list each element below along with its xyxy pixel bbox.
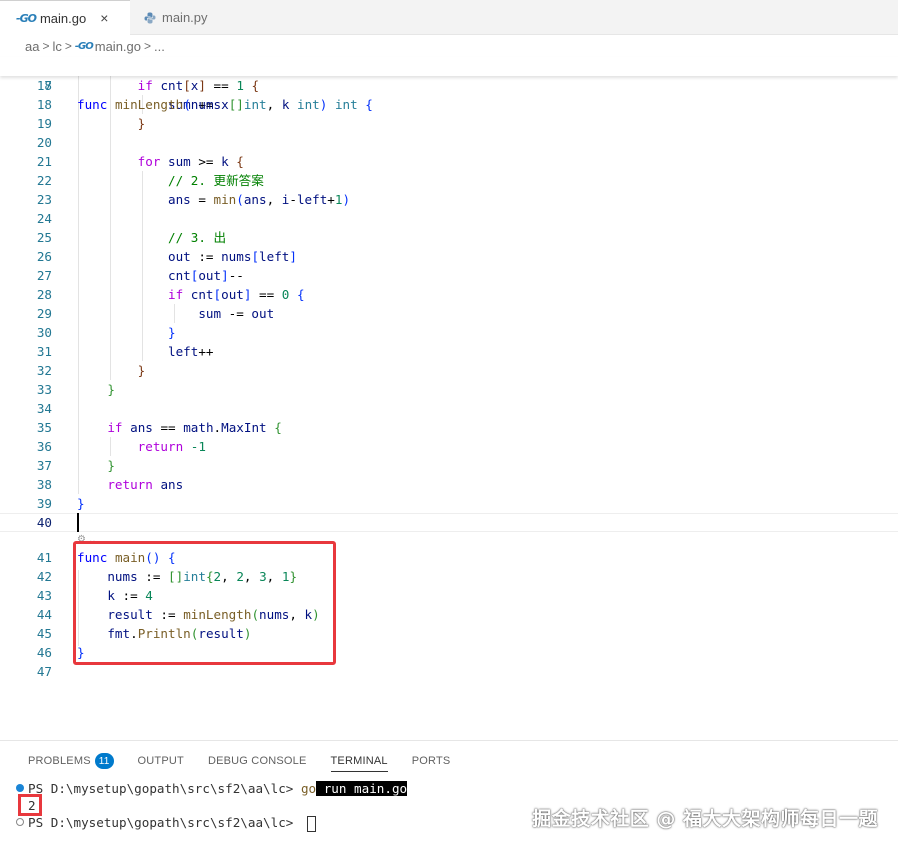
breadcrumb-item[interactable]: aa (25, 39, 39, 54)
terminal-prompt: PS D:\mysetup\gopath\src\sf2\aa\lc> (28, 815, 301, 830)
code-line: } (107, 382, 115, 397)
line-number: 25 (36, 230, 52, 245)
close-icon[interactable]: × (100, 10, 108, 26)
line-number: 24 (36, 211, 52, 226)
terminal-line: PS D:\mysetup\gopath\src\sf2\aa\lc> go r… (28, 779, 408, 798)
tab-debug-console[interactable]: DEBUG CONSOLE (208, 750, 307, 772)
chevron-right-icon: > (42, 39, 50, 53)
go-icon: -GO (16, 11, 37, 25)
line-number: 41 (36, 550, 52, 565)
line-number: 22 (36, 173, 52, 188)
tab-label: DEBUG CONSOLE (207, 755, 307, 767)
terminal-command-selection: run main.go (316, 781, 408, 796)
code-line: return ans (107, 477, 184, 492)
chevron-right-icon: > (64, 39, 72, 53)
command-status-dot-icon (16, 784, 24, 792)
bottom-panel: PROBLEMS 11 OUTPUT DEBUG CONSOLE TERMINA… (0, 740, 898, 850)
breadcrumb: aa > lc > -GO main.go > ... (0, 35, 898, 57)
line-number: 34 (36, 401, 52, 416)
terminal-command: go (300, 781, 317, 796)
code-line: cnt[out]-- (168, 268, 244, 283)
code-line: out := nums[left] (168, 249, 297, 264)
breadcrumb-item[interactable]: main.go (95, 39, 141, 54)
code-line: // 3. 出 (77, 228, 226, 247)
terminal-line: PS D:\mysetup\gopath\src\sf2\aa\lc> (28, 813, 316, 832)
code-line: } (77, 496, 85, 511)
terminal-prompt: PS D:\mysetup\gopath\src\sf2\aa\lc> (28, 781, 301, 796)
line-number: 28 (36, 287, 52, 302)
line-number: 21 (36, 154, 52, 169)
code-line: sum -= out (198, 306, 275, 321)
line-number: 43 (36, 588, 52, 603)
line-number: 27 (36, 268, 52, 283)
line-number: 29 (36, 306, 52, 321)
code-line: ans = min(ans, i-left+1) (168, 192, 351, 207)
annotation-highlight-box (73, 541, 336, 665)
tab-main-py[interactable]: main.py (130, 0, 248, 35)
python-icon (144, 12, 156, 23)
breadcrumb-item[interactable]: lc (52, 39, 61, 54)
tab-main-go[interactable]: -GO main.go × (0, 0, 130, 35)
chevron-right-icon: > (144, 39, 152, 53)
line-number: 45 (36, 626, 52, 641)
code-comment: // 2. 更新答案 (168, 173, 264, 188)
line-number: 35 (36, 420, 52, 435)
line-number: 20 (36, 135, 52, 150)
go-icon: -GO (74, 40, 94, 52)
tab-label: PORTS (411, 755, 451, 767)
editor-tab-bar: -GO main.go × main.py (0, 0, 898, 35)
line-number: 47 (36, 664, 52, 679)
line-number: 23 (36, 192, 52, 207)
line-number: 32 (36, 363, 52, 378)
line-number: 38 (36, 477, 52, 492)
terminal-cursor (306, 815, 316, 832)
line-number: 42 (36, 569, 52, 584)
code-line: if cnt[out] == 0 { (168, 287, 305, 302)
code-line: func minLength(nums []int, k int) int { (77, 97, 373, 112)
code-line: if cnt[x] == 1 { (137, 78, 260, 93)
line-number: 26 (36, 249, 52, 264)
code-line: if ans == math.MaxInt { (107, 420, 282, 435)
code-line: } (137, 363, 146, 378)
tab-label: main.go (39, 10, 87, 26)
code-editor[interactable]: 8 func minLength(nums []int, k int) int … (0, 57, 898, 740)
code-line: } (168, 325, 176, 340)
line-number: 31 (36, 344, 52, 359)
tab-label: OUTPUT (137, 755, 184, 767)
tab-output[interactable]: OUTPUT (138, 750, 184, 772)
tab-label: PROBLEMS (28, 755, 91, 767)
tab-label: main.py (162, 10, 208, 25)
sticky-scroll-header[interactable]: 8 func minLength(nums []int, k int) int … (0, 57, 898, 112)
tab-ports[interactable]: PORTS (412, 750, 451, 772)
code-line: } (137, 116, 146, 131)
command-status-dot-icon (16, 818, 24, 826)
code-line: return -1 (137, 439, 206, 454)
tab-label: TERMINAL (330, 754, 388, 767)
line-number: 39 (36, 496, 52, 511)
tab-problems[interactable]: PROBLEMS 11 (28, 750, 114, 772)
code-line: } (107, 458, 115, 473)
line-number: 46 (36, 645, 52, 660)
code-line: // 2. 更新答案 (77, 171, 264, 190)
tab-terminal[interactable]: TERMINAL (330, 750, 388, 772)
panel-tabs: PROBLEMS 11 OUTPUT DEBUG CONSOLE TERMINA… (28, 750, 474, 772)
breadcrumb-item[interactable]: ... (154, 39, 165, 54)
code-line: left++ (168, 344, 214, 359)
line-number: 33 (36, 382, 52, 397)
problems-count-badge: 11 (94, 753, 114, 769)
line-number: 30 (36, 325, 52, 340)
line-number: 8 (44, 78, 52, 93)
code-comment: // 3. 出 (168, 230, 227, 245)
watermark: 掘金技术社区 @ 福大大架构师每日一题 (532, 808, 878, 830)
line-number: 44 (36, 607, 52, 622)
line-number: 36 (36, 439, 52, 454)
text-cursor (77, 513, 79, 532)
line-number: 37 (36, 458, 52, 473)
line-number: 40 (36, 515, 52, 530)
code-line: for sum >= k { (137, 154, 244, 169)
